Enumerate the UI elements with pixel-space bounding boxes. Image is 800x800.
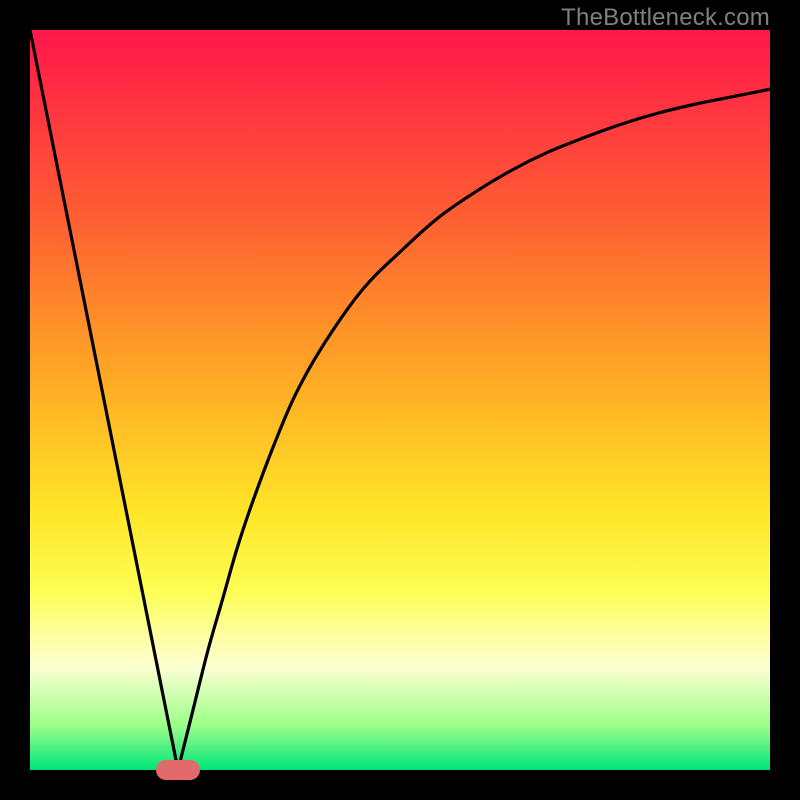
minimum-marker (156, 760, 200, 780)
plot-area (30, 30, 770, 770)
chart-frame: TheBottleneck.com (0, 0, 800, 800)
watermark-text: TheBottleneck.com (561, 4, 770, 32)
curve-right-branch (178, 89, 770, 770)
curve-svg (30, 30, 770, 770)
curve-left-branch (30, 30, 178, 770)
